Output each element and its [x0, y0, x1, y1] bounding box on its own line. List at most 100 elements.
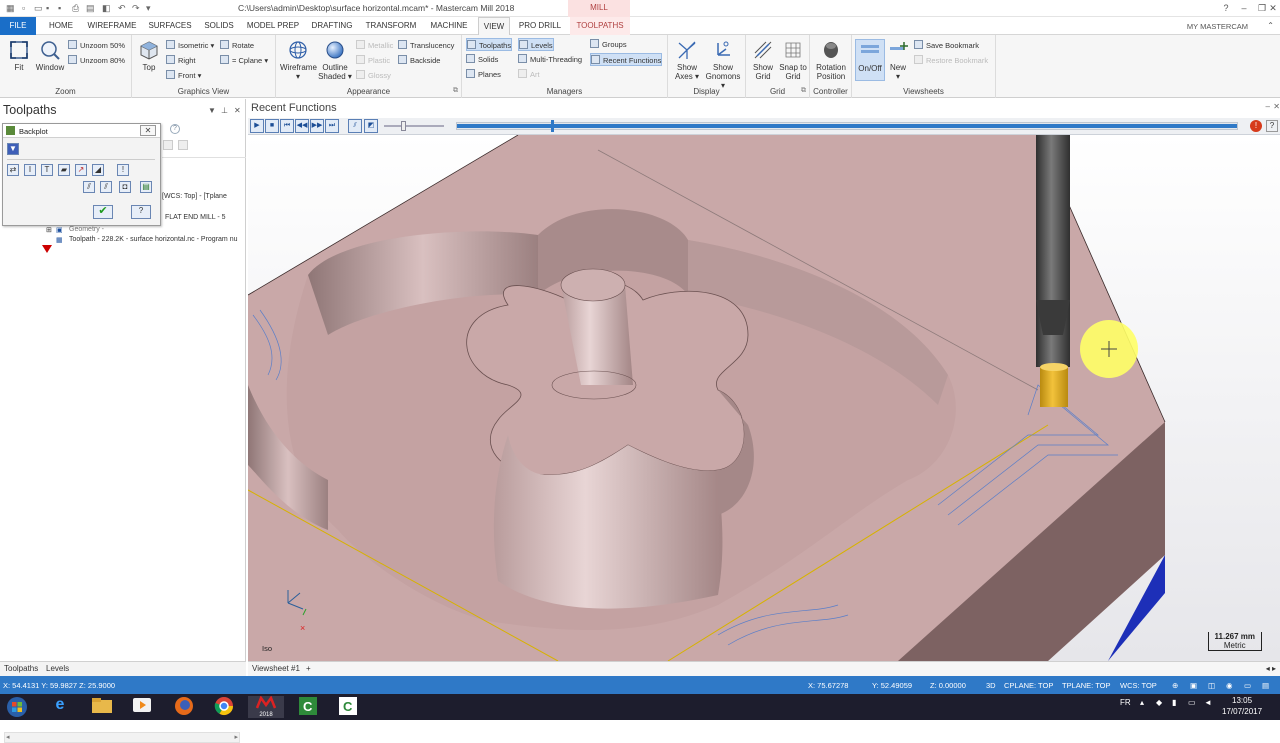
solids-manager-toggle[interactable]: Solids	[466, 53, 498, 66]
scroll-left-icon[interactable]: ◂	[6, 733, 10, 741]
tree-geometry[interactable]: Geometry -	[69, 226, 104, 233]
recent-functions-toggle[interactable]: Recent Functions	[590, 53, 663, 66]
grid-settings-icon[interactable]: ⧉	[801, 87, 806, 95]
viewsheet-scroll-icon[interactable]: ◂ ▸	[1266, 664, 1276, 673]
show-gnomons-button[interactable]: Show Gnomons ▾	[704, 39, 742, 90]
status-mode[interactable]: 3D	[986, 681, 996, 690]
save-icon[interactable]: ▪	[46, 3, 49, 13]
display-stock-icon[interactable]: ▰	[58, 164, 70, 176]
rotate-button[interactable]: Rotate	[220, 39, 254, 52]
media-player-icon[interactable]	[124, 696, 160, 718]
verify-icon[interactable]: ◩	[364, 119, 378, 133]
trace-icon[interactable]: ⫽	[348, 119, 362, 133]
restore-bookmark-button[interactable]: Restore Bookmark	[914, 54, 988, 67]
status-globe-icon[interactable]: ⊕	[1172, 681, 1178, 690]
levels-manager-toggle[interactable]: Levels	[518, 38, 554, 51]
undo-icon[interactable]: ↶	[118, 3, 126, 14]
fit-button[interactable]: Fit	[6, 39, 32, 72]
camtasia-recorder-icon[interactable]: C	[330, 696, 366, 718]
scroll-right-icon[interactable]: ▸	[234, 733, 238, 741]
backplot-progress-track[interactable]	[456, 122, 1238, 130]
panel-dropdown-icon[interactable]: ▼	[208, 106, 216, 115]
glossy-button[interactable]: Glossy	[356, 69, 391, 82]
status-y[interactable]: Y: 52.49059	[872, 681, 912, 690]
skip-end-icon[interactable]: ⏭	[325, 119, 339, 133]
show-grid-button[interactable]: Show Grid	[750, 39, 776, 81]
status-layout-icon[interactable]: ▤	[1262, 681, 1269, 690]
tray-expand-icon[interactable]: ▴	[1140, 698, 1144, 707]
explorer-icon[interactable]	[84, 696, 120, 718]
new-viewsheet-button[interactable]: New ▾	[888, 39, 908, 81]
windows-start-icon[interactable]	[5, 696, 29, 718]
capture-icon[interactable]: ◘	[119, 181, 131, 193]
tree-toolbar-icon[interactable]	[178, 140, 188, 150]
toolpath-style-icon[interactable]: ⫽	[83, 181, 95, 193]
print-icon[interactable]: ⎙	[72, 3, 79, 14]
mastercam-icon[interactable]: 2018	[248, 695, 284, 718]
status-cursor-icon[interactable]: ◉	[1226, 681, 1233, 690]
isometric-button[interactable]: Isometric ▾	[166, 39, 214, 52]
vp-minimize-icon[interactable]: –	[1266, 102, 1270, 111]
firefox-icon[interactable]	[166, 696, 202, 718]
save-as-icon[interactable]: ▪	[58, 3, 61, 13]
tree-expander-icon[interactable]: ⊞	[46, 226, 52, 234]
dialog-launcher-icon[interactable]: ⧉	[453, 87, 458, 95]
wireframe-button[interactable]: Wireframe ▾	[280, 39, 317, 81]
vcr-help-icon[interactable]: ?	[1266, 120, 1278, 132]
translucency-button[interactable]: Translucency	[398, 39, 454, 52]
collapse-icon[interactable]: ▼	[7, 143, 19, 155]
my-mastercam[interactable]: MY MASTERCAM	[1187, 22, 1248, 31]
status-cplane[interactable]: CPLANE: TOP	[1004, 681, 1053, 690]
tray-app-icon[interactable]: ◆	[1156, 698, 1162, 707]
plastic-button[interactable]: Plastic	[356, 54, 390, 67]
art-manager-toggle[interactable]: Art	[518, 68, 540, 81]
tab-toolpaths[interactable]: Toolpaths	[4, 664, 38, 673]
print-preview-icon[interactable]: ▤	[86, 3, 95, 14]
customize-icon[interactable]: ▾	[146, 3, 151, 14]
tree-tool-line[interactable]: FLAT END MILL - 5	[165, 214, 226, 221]
help-button[interactable]: ?	[131, 205, 151, 219]
battery-icon[interactable]: ▭	[1188, 698, 1196, 707]
menu-solids[interactable]: SOLIDS	[200, 17, 238, 35]
panel-close-icon[interactable]: ✕	[234, 106, 241, 115]
redo-icon[interactable]: ↷	[132, 3, 140, 14]
skip-start-icon[interactable]: ⏮	[280, 119, 294, 133]
multi-path-icon[interactable]: ⫽	[100, 181, 112, 193]
status-wcs[interactable]: WCS: TOP	[1120, 681, 1157, 690]
play-icon[interactable]: ▶	[250, 119, 264, 133]
network-icon[interactable]: ▮	[1172, 698, 1176, 707]
status-z[interactable]: Z: 0.00000	[930, 681, 966, 690]
tree-toolpath[interactable]: Toolpath - 228.2K - surface horizontal.n…	[69, 236, 237, 243]
speed-slider-thumb[interactable]	[401, 121, 406, 131]
status-view-icon[interactable]: ◫	[1208, 681, 1215, 690]
display-path-icon[interactable]: ⇄	[7, 164, 19, 176]
viewsheet-tab[interactable]: Viewsheet #1	[252, 664, 300, 673]
menu-toolpaths[interactable]: TOOLPATHS	[570, 17, 630, 35]
metallic-button[interactable]: Metallic	[356, 39, 393, 52]
toolpaths-manager-toggle[interactable]: Toolpaths	[466, 38, 513, 51]
cplane-button[interactable]: = Cplane ▾	[220, 54, 268, 67]
add-viewsheet-button[interactable]: +	[306, 664, 311, 673]
backside-button[interactable]: Backside	[398, 54, 440, 67]
menu-pro-drill[interactable]: PRO DRILL	[515, 17, 565, 35]
new-file-icon[interactable]: ▫	[22, 3, 25, 13]
menu-wireframe[interactable]: WIREFRAME	[84, 17, 140, 35]
snap-to-grid-button[interactable]: Snap to Grid	[778, 39, 808, 81]
clock-time[interactable]: 13:05	[1232, 696, 1252, 705]
show-axes-button[interactable]: Show Axes ▾	[672, 39, 702, 81]
info-icon[interactable]: !	[117, 164, 129, 176]
multithreading-manager-toggle[interactable]: Multi-Threading	[518, 53, 582, 66]
language-indicator[interactable]: FR	[1120, 698, 1131, 707]
front-view-button[interactable]: Front ▾	[166, 69, 201, 82]
panel-pin-icon[interactable]: ⊥	[221, 106, 228, 115]
tab-levels[interactable]: Levels	[46, 664, 69, 673]
save-geometry-icon[interactable]: ▤	[140, 181, 152, 193]
model-canvas[interactable]: × Iso 11.267 mm Metric	[248, 135, 1280, 661]
stop-conditions-icon[interactable]: !	[1250, 120, 1262, 132]
menu-file[interactable]: FILE	[0, 17, 36, 35]
ribbon-collapse-icon[interactable]: ⌃	[1267, 21, 1274, 30]
minimize-icon[interactable]: –	[1235, 1, 1253, 15]
progress-marker[interactable]	[551, 120, 554, 132]
speed-slider[interactable]	[384, 125, 444, 127]
menu-view[interactable]: VIEW	[478, 17, 510, 35]
